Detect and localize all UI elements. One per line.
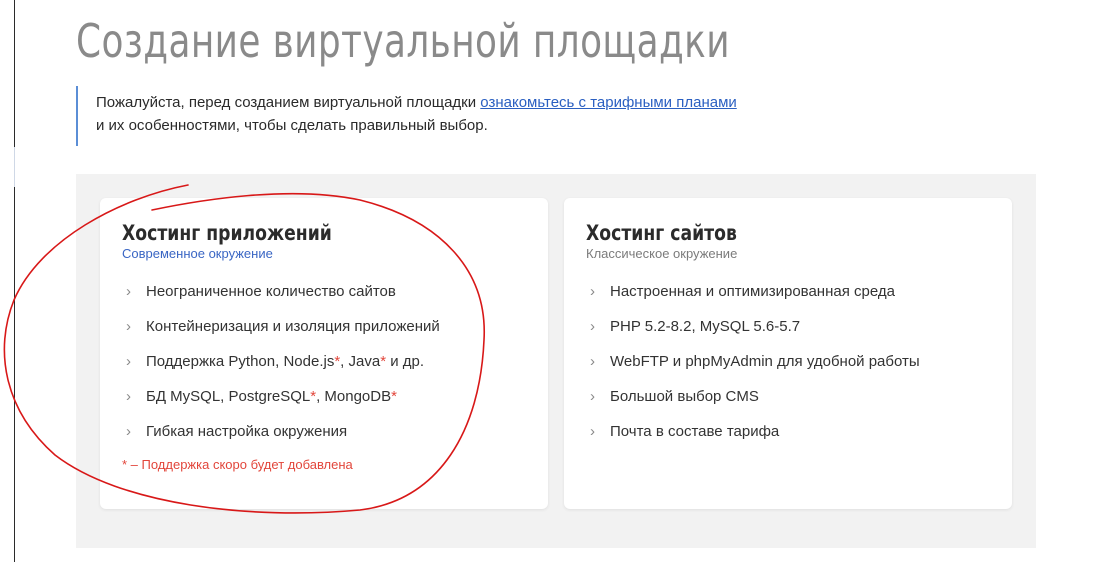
feature-text: Контейнеризация и изоляция приложений xyxy=(146,318,440,335)
feature-item: › PHP 5.2-8.2, MySQL 5.6-5.7 xyxy=(586,317,990,336)
feature-item: › Контейнеризация и изоляция приложений xyxy=(122,317,526,336)
chevron-right-icon: › xyxy=(126,388,131,405)
tariff-plans-link[interactable]: ознакомьтесь с тарифными планами xyxy=(480,94,736,111)
feature-text: PHP 5.2-8.2, MySQL 5.6-5.7 xyxy=(610,318,801,335)
chevron-right-icon: › xyxy=(590,423,595,440)
feature-item: › Настроенная и оптимизированная среда xyxy=(586,282,990,301)
page-title: Создание виртуальной площадки xyxy=(76,14,730,68)
feature-list: › Неограниченное количество сайтов › Контей… xyxy=(122,282,526,441)
app-hosting-card[interactable]: Хостинг приложений Современное окружение… xyxy=(100,198,548,509)
site-hosting-card[interactable]: Хостинг сайтов Классическое окружение › Н… xyxy=(564,198,1012,509)
feature-text: Гибкая настройка окружения xyxy=(146,423,348,440)
card-subtitle: Современное окружение xyxy=(122,246,273,261)
chevron-right-icon: › xyxy=(126,318,131,335)
hosting-options-panel: Хостинг приложений Современное окружение… xyxy=(76,174,1036,548)
chevron-right-icon: › xyxy=(126,283,131,300)
feature-text: , Java xyxy=(340,353,381,370)
chevron-right-icon: › xyxy=(590,353,595,370)
intro-text-before: Пожалуйста, перед созданием виртуальной … xyxy=(96,94,481,111)
feature-item: › Поддержка Python, Node.js*, Java* и др. xyxy=(122,352,526,371)
left-divider xyxy=(14,0,15,562)
page: Создание виртуальной площадки Пожалуйста… xyxy=(0,0,1095,562)
chevron-right-icon: › xyxy=(590,318,595,335)
feature-text: Почта в составе тарифа xyxy=(610,423,780,440)
feature-text: и др. xyxy=(386,353,425,370)
intro-note: Пожалуйста, перед созданием виртуальной … xyxy=(76,86,737,146)
feature-text: Неограниченное количество сайтов xyxy=(146,283,396,300)
intro-text-after: и их особенностями, чтобы сделать правил… xyxy=(96,117,488,134)
feature-item: › Неограниченное количество сайтов xyxy=(122,282,526,301)
feature-text: Большой выбор CMS xyxy=(610,388,759,405)
card-title: Хостинг сайтов xyxy=(586,221,737,245)
card-title: Хостинг приложений xyxy=(122,221,332,245)
feature-text: Настроенная и оптимизированная среда xyxy=(610,283,895,300)
footnote: * – Поддержка скоро будет добавлена xyxy=(122,457,353,472)
feature-text: БД MySQL, PostgreSQL xyxy=(146,388,311,405)
chevron-right-icon: › xyxy=(126,353,131,370)
feature-item: › Почта в составе тарифа xyxy=(586,422,990,441)
feature-item: › БД MySQL, PostgreSQL*, MongoDB* xyxy=(122,387,526,406)
feature-text: , MongoDB xyxy=(316,388,392,405)
feature-item: › Гибкая настройка окружения xyxy=(122,422,526,441)
feature-text: WebFTP и phpMyAdmin для удобной работы xyxy=(610,353,920,370)
feature-item: › Большой выбор CMS xyxy=(586,387,990,406)
feature-text: Поддержка Python, Node.js xyxy=(146,353,335,370)
card-subtitle: Классическое окружение xyxy=(586,246,738,261)
chevron-right-icon: › xyxy=(126,423,131,440)
chevron-right-icon: › xyxy=(590,388,595,405)
feature-list: › Настроенная и оптимизированная среда › PH… xyxy=(586,282,990,441)
asterisk-marker: * xyxy=(391,388,397,405)
left-divider-highlight xyxy=(14,147,15,187)
feature-item: › WebFTP и phpMyAdmin для удобной работы xyxy=(586,352,990,371)
chevron-right-icon: › xyxy=(590,283,595,300)
